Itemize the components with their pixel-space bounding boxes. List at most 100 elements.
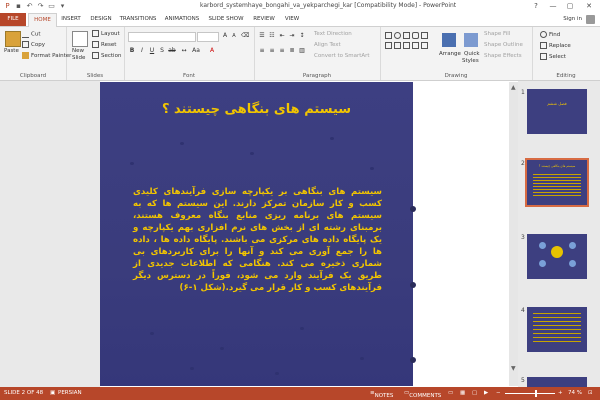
shape-rectangle-icon[interactable] <box>385 32 392 39</box>
shape-oval-icon[interactable] <box>394 32 401 39</box>
tab-animations[interactable]: ANIMATIONS <box>162 13 202 26</box>
tab-design[interactable]: DESIGN <box>86 13 116 26</box>
decrease-indent-icon[interactable]: ⇤ <box>278 32 286 40</box>
minimize-button[interactable]: — <box>546 1 560 12</box>
font-color-icon[interactable]: A <box>208 47 216 55</box>
find-button[interactable]: Find <box>540 31 560 38</box>
fit-slide-icon[interactable]: ⊡ <box>588 390 593 396</box>
maximize-button[interactable]: ▢ <box>563 1 577 12</box>
align-center-icon[interactable]: ≡ <box>268 47 276 55</box>
slide-thumbnail-5[interactable] <box>527 377 587 387</box>
shape-bracket-icon[interactable] <box>403 42 410 49</box>
section-button[interactable]: Section <box>92 52 121 59</box>
save-icon[interactable]: ▪ <box>14 2 23 11</box>
tab-view[interactable]: VIEW <box>280 13 304 26</box>
strikethrough-icon[interactable]: ab <box>168 47 176 55</box>
sign-in-link[interactable]: Sign in <box>563 16 582 22</box>
arrange-icon[interactable] <box>442 33 456 47</box>
shape-brace-icon[interactable] <box>421 42 428 49</box>
slide-thumbnail-1[interactable]: فصل ششم <box>527 89 587 134</box>
undo-icon[interactable]: ↶ <box>25 2 34 11</box>
comments-button[interactable]: ▭ COMMENTS <box>404 390 441 399</box>
start-slideshow-icon[interactable]: ▭ <box>47 2 56 11</box>
grow-font-icon[interactable]: A <box>221 32 229 40</box>
zoom-slider-thumb[interactable] <box>535 390 537 397</box>
italic-icon[interactable]: I <box>138 47 146 55</box>
redo-icon[interactable]: ↷ <box>36 2 45 11</box>
slide-canvas[interactable]: سیستم های بنگاهی چیستند ؟ سیستم های بنگا… <box>100 82 413 386</box>
tab-slide-show[interactable]: SLIDE SHOW <box>206 13 246 26</box>
bullets-icon[interactable]: ☰ <box>258 32 266 40</box>
columns-icon[interactable]: ▥ <box>298 47 306 55</box>
arrange-button[interactable]: Arrange <box>439 51 461 57</box>
align-text-button[interactable]: Align Text <box>314 42 341 48</box>
copy-button[interactable]: Copy <box>22 41 45 48</box>
tab-insert[interactable]: INSERT <box>57 13 85 26</box>
slide-sorter-icon[interactable]: ▦ <box>460 390 465 396</box>
cut-button[interactable]: Cut <box>22 30 40 38</box>
slide-title[interactable]: سیستم های بنگاهی چیستند ؟ <box>100 102 413 117</box>
clear-formatting-icon[interactable]: ⌫ <box>241 32 249 40</box>
scroll-up-icon[interactable]: ▲ <box>511 84 516 91</box>
shape-outline-button[interactable]: Shape Outline <box>484 42 523 48</box>
shape-triangle-icon[interactable] <box>385 42 392 49</box>
font-size-input[interactable] <box>197 32 219 42</box>
tab-transitions[interactable]: TRANSITIONS <box>118 13 158 26</box>
convert-smartart-button[interactable]: Convert to SmartArt <box>314 53 370 59</box>
shape-effects-button[interactable]: Shape Effects <box>484 53 522 59</box>
notes-button[interactable]: ≡ NOTES <box>370 390 393 399</box>
tab-home[interactable]: HOME <box>28 13 57 27</box>
slideshow-view-icon[interactable]: ▶ <box>484 390 488 396</box>
quick-styles-icon[interactable] <box>464 33 478 47</box>
replace-button[interactable]: Replace <box>540 42 571 49</box>
reset-button[interactable]: Reset <box>92 41 116 48</box>
shape-rounded-rect-icon[interactable] <box>412 32 419 39</box>
bold-icon[interactable]: B <box>128 47 136 55</box>
resize-handle[interactable] <box>410 357 416 363</box>
underline-icon[interactable]: U <box>148 47 156 55</box>
justify-icon[interactable]: ≣ <box>288 47 296 55</box>
zoom-slider[interactable] <box>505 393 555 394</box>
slide-thumbnail-2[interactable]: سیستم های بنگاهی چیستند ؟ <box>525 158 589 207</box>
normal-view-icon[interactable]: ▭ <box>448 390 453 396</box>
paste-button[interactable]: Paste <box>4 48 19 54</box>
new-slide-icon[interactable] <box>72 31 88 47</box>
zoom-out-icon[interactable]: − <box>496 390 501 396</box>
slide-body-text[interactable]: سیستم های بنگاهی بر یکپارچه سازی فرآینده… <box>133 186 382 294</box>
zoom-in-icon[interactable]: + <box>558 390 563 396</box>
line-spacing-icon[interactable]: ↕ <box>298 32 306 40</box>
help-button[interactable]: ? <box>529 1 543 12</box>
paste-icon[interactable] <box>5 31 21 47</box>
select-button[interactable]: Select <box>540 53 566 60</box>
numbering-icon[interactable]: ☷ <box>268 32 276 40</box>
resize-handle[interactable] <box>410 282 416 288</box>
vertical-scrollbar[interactable]: ▲ ▼ <box>509 82 518 386</box>
tab-review[interactable]: REVIEW <box>250 13 278 26</box>
zoom-level[interactable]: 74 % <box>568 390 582 396</box>
scroll-down-icon[interactable]: ▼ <box>511 365 516 372</box>
align-right-icon[interactable]: ≡ <box>278 47 286 55</box>
layout-button[interactable]: Layout <box>92 30 120 37</box>
shrink-font-icon[interactable]: A <box>230 32 238 40</box>
shape-line-icon[interactable] <box>394 42 401 49</box>
quick-styles-button[interactable]: Quick <box>464 51 480 57</box>
slide-thumbnail-3[interactable] <box>527 234 587 279</box>
shape-rectangle-icon[interactable] <box>403 32 410 39</box>
format-painter-button[interactable]: Format Painter <box>22 52 71 59</box>
customize-toolbar-icon[interactable]: ▾ <box>58 2 67 11</box>
font-name-input[interactable] <box>128 32 196 42</box>
text-direction-button[interactable]: Text Direction <box>314 31 352 37</box>
avatar[interactable] <box>586 15 595 24</box>
shape-arrow-icon[interactable] <box>421 32 428 39</box>
close-button[interactable]: ✕ <box>582 1 596 12</box>
shape-star-icon[interactable] <box>412 42 419 49</box>
shape-fill-button[interactable]: Shape Fill <box>484 31 510 37</box>
char-spacing-icon[interactable]: ↔ <box>180 47 188 55</box>
tab-file[interactable]: FILE <box>0 13 26 26</box>
slide-thumbnail-4[interactable] <box>527 307 587 352</box>
resize-handle[interactable] <box>410 206 416 212</box>
shadow-icon[interactable]: S <box>158 47 166 55</box>
language-indicator[interactable]: PERSIAN <box>58 390 82 396</box>
increase-indent-icon[interactable]: ⇥ <box>288 32 296 40</box>
reading-view-icon[interactable]: ▢ <box>472 390 477 396</box>
